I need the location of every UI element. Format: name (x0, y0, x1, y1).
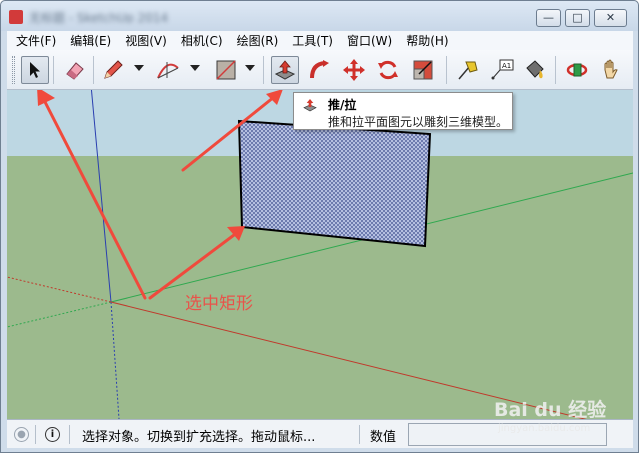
scale-tool-button[interactable] (409, 56, 437, 84)
maximize-button[interactable]: □ (565, 9, 590, 27)
close-button[interactable]: ✕ (594, 9, 627, 27)
text-tool-button[interactable]: A1 (488, 56, 516, 84)
toolbar-grip[interactable] (12, 56, 15, 84)
rectangle-icon (216, 60, 236, 80)
orbit-tool-button[interactable] (563, 56, 591, 84)
paint-bucket-tool-button[interactable] (521, 56, 549, 84)
menu-draw[interactable]: 绘图(R) (237, 32, 279, 49)
status-divider (359, 425, 360, 444)
rectangle-dropdown-arrow[interactable] (245, 65, 255, 71)
measurement-label: 数值 (370, 430, 397, 445)
pencil-icon (104, 60, 123, 79)
arc-dropdown-arrow[interactable] (190, 65, 200, 71)
menu-tools[interactable]: 工具(T) (292, 32, 333, 49)
annotation-label: 选中矩形 (185, 294, 253, 314)
orbit-icon (566, 63, 588, 77)
menu-bar: 文件(F) 编辑(E) 视图(V) 相机(C) 绘图(R) 工具(T) 窗口(W… (7, 31, 633, 50)
menu-file[interactable]: 文件(F) (16, 32, 56, 49)
menu-window[interactable]: 窗口(W) (347, 32, 392, 49)
paint-bucket-icon (526, 60, 544, 79)
title-bar: 无标题 - SketchUp 2014 — □ ✕ (1, 1, 638, 31)
arc-tool-button[interactable] (154, 56, 182, 84)
pencil-dropdown-arrow[interactable] (134, 65, 144, 71)
main-toolbar: A1 (7, 50, 633, 90)
red-axis-dashed (7, 276, 112, 303)
info-icon[interactable]: i (45, 427, 60, 442)
move-icon (343, 59, 365, 81)
green-axis-dashed (7, 301, 112, 328)
eraser-icon (66, 62, 84, 80)
text-label-icon: A1 (491, 59, 514, 80)
rotate-tool-button[interactable] (374, 56, 402, 84)
watermark-brand: Bai du 经验 (494, 399, 607, 421)
sketchup-app-icon (9, 10, 23, 24)
baidu-jingyan-watermark: Bai du 经验 jingyan.baidu.com (494, 385, 612, 445)
select-arrow-icon (30, 62, 40, 78)
watermark-url: jingyan.baidu.com (498, 423, 591, 434)
follow-me-tool-button[interactable] (305, 56, 333, 84)
menu-view[interactable]: 视图(V) (125, 32, 167, 49)
tape-measure-tool-button[interactable] (454, 56, 482, 84)
rectangle-tool-button[interactable] (212, 56, 240, 84)
menu-help[interactable]: 帮助(H) (406, 32, 448, 49)
tooltip-title: 推/拉 (328, 98, 357, 112)
push-pull-tooltip-icon (303, 99, 317, 112)
move-tool-button[interactable] (340, 56, 368, 84)
menu-edit[interactable]: 编辑(E) (70, 32, 111, 49)
svg-text:A1: A1 (502, 62, 511, 70)
menu-camera[interactable]: 相机(C) (181, 32, 223, 49)
scene-canvas (7, 90, 633, 419)
toolbar-separator (555, 56, 556, 84)
eraser-tool-button[interactable] (61, 56, 89, 84)
toolbar-separator (93, 56, 94, 84)
status-divider (69, 425, 70, 444)
arc-icon (157, 62, 179, 79)
toolbar-separator (446, 56, 447, 84)
push-pull-tooltip: 推/拉 推和拉平面图元以雕刻三维模型。 (293, 92, 513, 130)
status-divider (35, 425, 36, 444)
tooltip-description: 推和拉平面图元以雕刻三维模型。 (328, 115, 509, 129)
rotate-icon (378, 60, 398, 80)
app-window: 无标题 - SketchUp 2014 — □ ✕ 文件(F) 编辑(E) 视图… (0, 0, 639, 453)
pan-hand-icon (604, 59, 618, 79)
pan-tool-button[interactable] (597, 56, 625, 84)
follow-me-icon (310, 60, 329, 79)
pencil-tool-button[interactable] (99, 56, 127, 84)
push-pull-tool-button[interactable] (271, 56, 299, 84)
blue-axis-dashed (110, 301, 120, 419)
minimize-button[interactable]: — (536, 9, 561, 27)
geolocation-icon[interactable]: ● (14, 427, 29, 442)
tape-measure-icon (458, 61, 478, 80)
select-tool-button[interactable] (21, 56, 49, 84)
toolbar-separator (53, 56, 54, 84)
scale-icon (413, 60, 433, 80)
status-message: 选择对象。切换到扩充选择。拖动鼠标... (82, 430, 316, 445)
window-title: 无标题 - SketchUp 2014 (29, 11, 169, 23)
toolbar-separator (263, 56, 264, 84)
drawing-viewport[interactable]: 选中矩形 (7, 90, 633, 419)
push-pull-icon (274, 60, 296, 80)
selected-rectangle-face[interactable] (237, 119, 432, 248)
